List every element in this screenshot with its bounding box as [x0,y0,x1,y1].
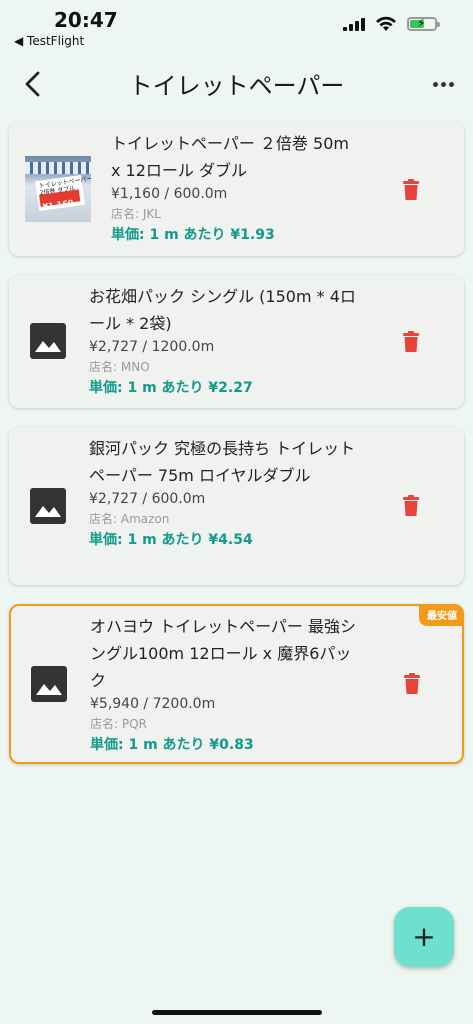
product-card[interactable]: トイレットペーパー 2倍巻 ダブル ¥1,160 トイレットペーパー ２倍巻 5… [9,122,464,256]
product-card-best-price[interactable]: 最安値 オハヨウ トイレットペーパー 最強シングル100m 12ロール x 魔界… [9,604,464,764]
home-indicator [152,1010,322,1015]
app-bar: トイレットペーパー [0,52,473,116]
product-info: 銀河パック 究極の長持ち トイレットペーパー 75m ロイヤルダブル ¥2,72… [89,435,364,551]
dot-icon [448,81,454,87]
dot-icon [440,81,446,87]
store-name: 店名: MNO [89,360,150,374]
product-price: ¥5,940 / 7200.0m [90,696,216,712]
plus-icon: + [412,920,436,953]
wifi-icon [376,16,396,31]
back-to-testflight-link[interactable]: ◀ TestFlight [14,34,84,48]
image-placeholder-icon [30,488,66,524]
page-title: トイレットペーパー [128,72,345,100]
cellular-signal-icon [343,17,365,31]
status-time: 20:47 [54,8,118,32]
product-name: トイレットペーパー ２倍巻 50m x 12ロール ダブル [111,134,349,180]
product-info: オハヨウ トイレットペーパー 最強シングル100m 12ロール x 魔界6パック… [90,613,365,756]
product-info: お花畑パック シングル (150m * 4ロール * 2袋) ¥2,727 / … [89,283,359,399]
photo-sign-price: ¥1,160 [42,198,74,212]
product-name: 銀河パック 究極の長持ち トイレットペーパー 75m ロイヤルダブル [89,439,356,485]
status-bar: 20:47 ◀ TestFlight ⚡ [0,0,473,52]
dot-icon [432,81,438,87]
unit-price: 単価: 1 m あたり ¥0.83 [90,737,254,753]
best-price-badge: 最安値 [419,604,464,626]
more-options-button[interactable] [427,70,459,98]
product-price: ¥2,727 / 1200.0m [89,339,215,355]
delete-button[interactable] [401,495,421,517]
product-name: オハヨウ トイレットペーパー 最強シングル100m 12ロール x 魔界6パック [90,617,357,690]
delete-button[interactable] [401,179,421,201]
unit-price: 単価: 1 m あたり ¥4.54 [89,532,253,548]
unit-price: 単価: 1 m あたり ¥2.27 [89,380,253,396]
delete-button[interactable] [401,331,421,353]
product-price: ¥2,727 / 600.0m [89,491,206,507]
product-photo: トイレットペーパー 2倍巻 ダブル ¥1,160 [25,156,91,222]
battery-charging-icon: ⚡ [407,16,440,31]
unit-price: 単価: 1 m あたり ¥1.93 [111,227,275,243]
product-info: トイレットペーパー ２倍巻 50m x 12ロール ダブル ¥1,160 / 6… [111,130,356,246]
image-placeholder-icon [31,666,67,702]
system-icons: ⚡ [343,16,440,32]
product-price: ¥1,160 / 600.0m [111,186,228,202]
image-placeholder-icon [30,323,66,359]
delete-button[interactable] [402,673,422,695]
product-card[interactable]: お花畑パック シングル (150m * 4ロール * 2袋) ¥2,727 / … [9,275,464,408]
store-name: 店名: JKL [111,207,161,221]
store-name: 店名: Amazon [89,512,170,526]
product-name: お花畑パック シングル (150m * 4ロール * 2袋) [89,287,356,333]
product-card[interactable]: 銀河パック 究極の長持ち トイレットペーパー 75m ロイヤルダブル ¥2,72… [9,427,464,585]
store-name: 店名: PQR [90,717,147,731]
add-item-button[interactable]: + [394,907,454,967]
